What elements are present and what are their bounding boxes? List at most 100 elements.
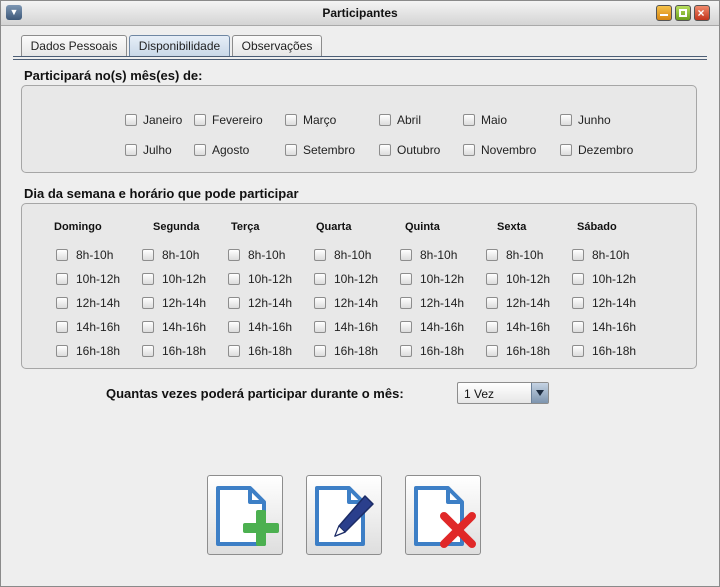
slot-checkbox-1-2[interactable]: 12h-14h bbox=[142, 296, 206, 310]
slot-checkbox-0-0[interactable]: 8h-10h bbox=[56, 248, 113, 262]
slot-checkbox-6-3[interactable]: 14h-16h bbox=[572, 320, 636, 334]
checkbox-box[interactable] bbox=[400, 345, 412, 357]
slot-checkbox-2-0[interactable]: 8h-10h bbox=[228, 248, 285, 262]
checkbox-box[interactable] bbox=[142, 297, 154, 309]
checkbox-box[interactable] bbox=[486, 345, 498, 357]
slot-checkbox-0-1[interactable]: 10h-12h bbox=[56, 272, 120, 286]
minimize-button[interactable] bbox=[656, 5, 672, 21]
month-checkbox-5[interactable]: Junho bbox=[560, 113, 611, 127]
checkbox-box[interactable] bbox=[142, 345, 154, 357]
checkbox-box[interactable] bbox=[228, 345, 240, 357]
slot-checkbox-1-1[interactable]: 10h-12h bbox=[142, 272, 206, 286]
checkbox-box[interactable] bbox=[56, 297, 68, 309]
slot-checkbox-4-2[interactable]: 12h-14h bbox=[400, 296, 464, 310]
checkbox-box[interactable] bbox=[379, 114, 391, 126]
checkbox-box[interactable] bbox=[486, 297, 498, 309]
checkbox-box[interactable] bbox=[194, 114, 206, 126]
slot-checkbox-3-1[interactable]: 10h-12h bbox=[314, 272, 378, 286]
slot-checkbox-2-2[interactable]: 12h-14h bbox=[228, 296, 292, 310]
slot-checkbox-0-2[interactable]: 12h-14h bbox=[56, 296, 120, 310]
tab-observacoes[interactable]: Observações bbox=[232, 35, 322, 56]
checkbox-box[interactable] bbox=[400, 321, 412, 333]
close-button[interactable]: × bbox=[694, 5, 710, 21]
checkbox-box[interactable] bbox=[560, 144, 572, 156]
checkbox-box[interactable] bbox=[314, 345, 326, 357]
checkbox-box[interactable] bbox=[228, 297, 240, 309]
slot-checkbox-4-3[interactable]: 14h-16h bbox=[400, 320, 464, 334]
checkbox-box[interactable] bbox=[142, 321, 154, 333]
slot-checkbox-5-1[interactable]: 10h-12h bbox=[486, 272, 550, 286]
slot-checkbox-3-3[interactable]: 14h-16h bbox=[314, 320, 378, 334]
checkbox-box[interactable] bbox=[228, 249, 240, 261]
edit-button[interactable] bbox=[306, 475, 382, 555]
checkbox-box[interactable] bbox=[194, 144, 206, 156]
month-checkbox-0[interactable]: Janeiro bbox=[125, 113, 182, 127]
checkbox-box[interactable] bbox=[400, 249, 412, 261]
checkbox-box[interactable] bbox=[285, 114, 297, 126]
checkbox-box[interactable] bbox=[486, 273, 498, 285]
checkbox-box[interactable] bbox=[572, 297, 584, 309]
chevron-down-icon[interactable] bbox=[531, 383, 548, 403]
checkbox-box[interactable] bbox=[572, 321, 584, 333]
slot-checkbox-4-1[interactable]: 10h-12h bbox=[400, 272, 464, 286]
slot-checkbox-0-4[interactable]: 16h-18h bbox=[56, 344, 120, 358]
slot-checkbox-3-0[interactable]: 8h-10h bbox=[314, 248, 371, 262]
slot-checkbox-5-0[interactable]: 8h-10h bbox=[486, 248, 543, 262]
slot-checkbox-6-1[interactable]: 10h-12h bbox=[572, 272, 636, 286]
checkbox-box[interactable] bbox=[142, 273, 154, 285]
title-bar[interactable]: ▼ Participantes × bbox=[1, 1, 719, 26]
slot-checkbox-1-4[interactable]: 16h-18h bbox=[142, 344, 206, 358]
checkbox-box[interactable] bbox=[400, 297, 412, 309]
checkbox-box[interactable] bbox=[56, 345, 68, 357]
slot-checkbox-2-1[interactable]: 10h-12h bbox=[228, 272, 292, 286]
month-checkbox-7[interactable]: Agosto bbox=[194, 143, 249, 157]
checkbox-box[interactable] bbox=[125, 144, 137, 156]
checkbox-box[interactable] bbox=[314, 273, 326, 285]
slot-checkbox-1-3[interactable]: 14h-16h bbox=[142, 320, 206, 334]
slot-checkbox-4-0[interactable]: 8h-10h bbox=[400, 248, 457, 262]
month-checkbox-1[interactable]: Fevereiro bbox=[194, 113, 263, 127]
checkbox-box[interactable] bbox=[486, 249, 498, 261]
slot-checkbox-2-3[interactable]: 14h-16h bbox=[228, 320, 292, 334]
slot-checkbox-6-0[interactable]: 8h-10h bbox=[572, 248, 629, 262]
checkbox-box[interactable] bbox=[560, 114, 572, 126]
checkbox-box[interactable] bbox=[56, 321, 68, 333]
checkbox-box[interactable] bbox=[486, 321, 498, 333]
checkbox-box[interactable] bbox=[56, 249, 68, 261]
slot-checkbox-2-4[interactable]: 16h-18h bbox=[228, 344, 292, 358]
checkbox-box[interactable] bbox=[142, 249, 154, 261]
month-checkbox-9[interactable]: Outubro bbox=[379, 143, 440, 157]
month-checkbox-8[interactable]: Setembro bbox=[285, 143, 355, 157]
month-checkbox-11[interactable]: Dezembro bbox=[560, 143, 633, 157]
checkbox-box[interactable] bbox=[572, 249, 584, 261]
maximize-button[interactable] bbox=[675, 5, 691, 21]
month-checkbox-6[interactable]: Julho bbox=[125, 143, 172, 157]
checkbox-box[interactable] bbox=[314, 249, 326, 261]
month-checkbox-2[interactable]: Março bbox=[285, 113, 336, 127]
month-checkbox-3[interactable]: Abril bbox=[379, 113, 421, 127]
checkbox-box[interactable] bbox=[314, 297, 326, 309]
slot-checkbox-3-2[interactable]: 12h-14h bbox=[314, 296, 378, 310]
checkbox-box[interactable] bbox=[314, 321, 326, 333]
frequency-select[interactable]: 1 Vez bbox=[457, 382, 549, 404]
slot-checkbox-1-0[interactable]: 8h-10h bbox=[142, 248, 199, 262]
checkbox-box[interactable] bbox=[463, 114, 475, 126]
slot-checkbox-6-2[interactable]: 12h-14h bbox=[572, 296, 636, 310]
slot-checkbox-5-3[interactable]: 14h-16h bbox=[486, 320, 550, 334]
month-checkbox-4[interactable]: Maio bbox=[463, 113, 507, 127]
checkbox-box[interactable] bbox=[228, 273, 240, 285]
checkbox-box[interactable] bbox=[56, 273, 68, 285]
tab-disponibilidade[interactable]: Disponibilidade bbox=[129, 35, 230, 56]
add-button[interactable] bbox=[207, 475, 283, 555]
checkbox-box[interactable] bbox=[228, 321, 240, 333]
checkbox-box[interactable] bbox=[379, 144, 391, 156]
slot-checkbox-5-4[interactable]: 16h-18h bbox=[486, 344, 550, 358]
slot-checkbox-6-4[interactable]: 16h-18h bbox=[572, 344, 636, 358]
checkbox-box[interactable] bbox=[463, 144, 475, 156]
slot-checkbox-0-3[interactable]: 14h-16h bbox=[56, 320, 120, 334]
delete-button[interactable] bbox=[405, 475, 481, 555]
checkbox-box[interactable] bbox=[125, 114, 137, 126]
checkbox-box[interactable] bbox=[400, 273, 412, 285]
checkbox-box[interactable] bbox=[572, 345, 584, 357]
slot-checkbox-5-2[interactable]: 12h-14h bbox=[486, 296, 550, 310]
